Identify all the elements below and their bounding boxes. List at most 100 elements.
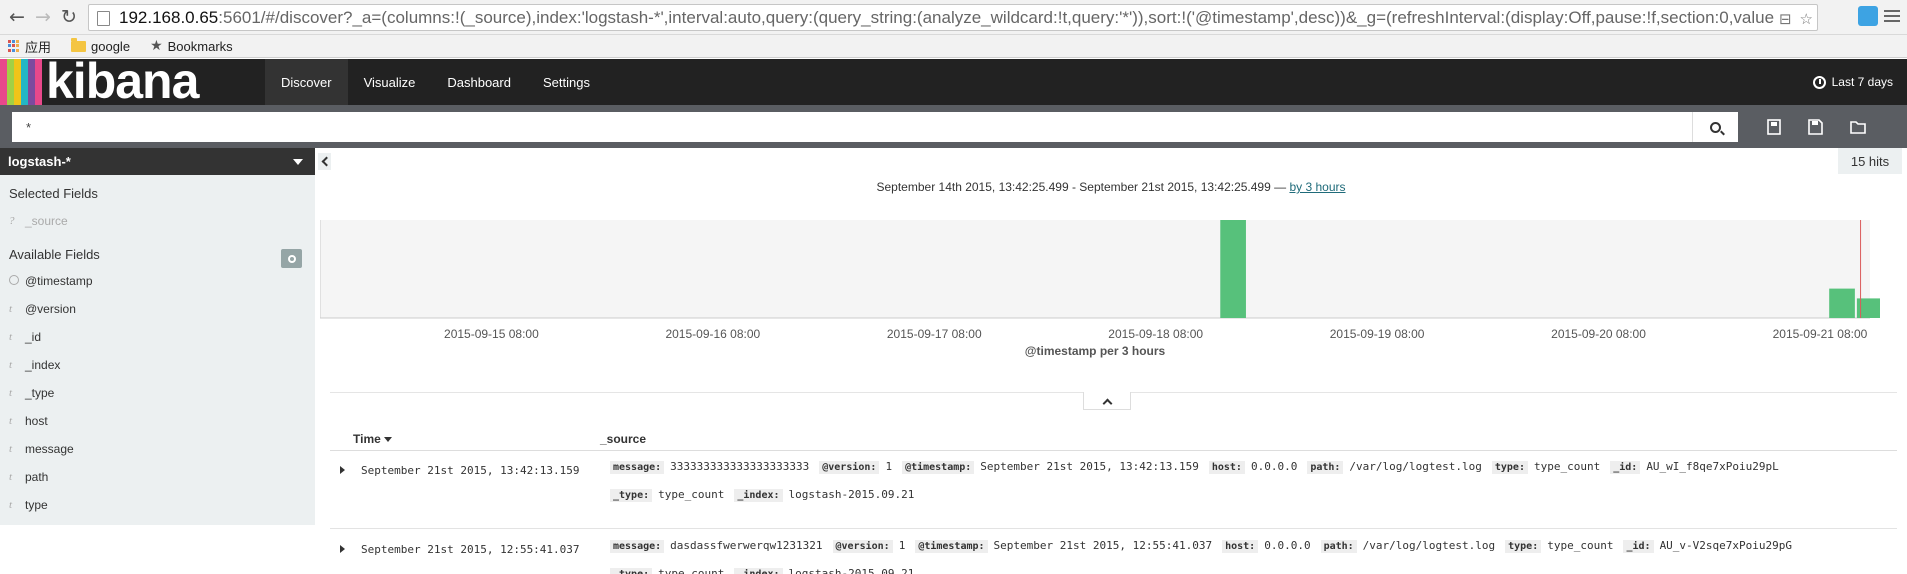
string-type-icon: t: [9, 443, 13, 455]
kibana-logo[interactable]: kibana: [0, 53, 250, 109]
available-fields-heading: Available Fields: [9, 247, 100, 262]
column-header-time[interactable]: Time: [353, 432, 392, 446]
source-key: @timestamp:: [902, 461, 975, 474]
histogram-bar: [1220, 220, 1246, 318]
expand-row-icon[interactable]: [340, 545, 345, 553]
source-value: type_count: [1547, 539, 1614, 552]
x-tick-label: 2015-09-16 08:00: [665, 327, 760, 341]
field-message[interactable]: t message: [9, 442, 74, 456]
chevron-left-icon: [321, 156, 331, 167]
source-value: September 21st 2015, 13:42:13.159: [980, 460, 1199, 473]
field-name: @version: [25, 302, 76, 316]
chevron-up-icon: [1102, 398, 1112, 408]
tab-visualize[interactable]: Visualize: [348, 59, 432, 105]
x-axis-label: @timestamp per 3 hours: [1025, 344, 1166, 358]
url-bar[interactable]: 192.168.0.65:5601/#/discover?_a=(columns…: [88, 4, 1818, 31]
source-value: AU_wI_f8qe7xPoiu29pL: [1646, 460, 1779, 473]
source-key: host:: [1208, 461, 1245, 474]
source-value: 1: [898, 539, 906, 552]
bookmark-label: Bookmarks: [167, 38, 233, 54]
field-name: path: [25, 470, 49, 484]
tab-dashboard[interactable]: Dashboard: [431, 59, 527, 105]
source-value: type_count: [658, 488, 725, 501]
bookmark-google[interactable]: google: [71, 37, 130, 54]
histogram-chart: 0246810Count2015-09-15 08:002015-09-16 0…: [320, 220, 1880, 358]
source-key: path:: [1307, 461, 1344, 474]
field-source[interactable]: ? _source: [9, 214, 68, 228]
logo-wordmark: kibana: [46, 53, 199, 109]
source-key: _type:: [610, 489, 653, 502]
translate-icon[interactable]: ⊟: [1779, 10, 1792, 28]
kibana-navbar: kibana Discover Visualize Dashboard Sett…: [0, 53, 1907, 109]
folder-icon: [71, 37, 87, 52]
field-id[interactable]: t _id: [9, 330, 41, 344]
chart-toggle-button[interactable]: [1083, 392, 1131, 410]
search-icon: [1710, 121, 1721, 133]
index-pattern-select[interactable]: logstash-*: [0, 148, 315, 175]
interval-link[interactable]: by 3 hours: [1289, 180, 1345, 194]
field-timestamp[interactable]: @timestamp: [9, 274, 93, 288]
tab-discover[interactable]: Discover: [265, 59, 348, 105]
source-value: type_count: [1533, 460, 1601, 473]
search-input[interactable]: *: [12, 112, 1692, 142]
x-tick-label: 2015-09-17 08:00: [887, 327, 982, 341]
extension-icon[interactable]: [1858, 6, 1878, 26]
back-arrow-icon[interactable]: ←: [4, 4, 30, 30]
source-value: logstash-2015.09.21: [788, 488, 915, 501]
time-picker[interactable]: Last 7 days: [1812, 59, 1893, 105]
field-index[interactable]: t _index: [9, 358, 60, 372]
field-type[interactable]: t type: [9, 498, 48, 512]
bookmarks-bar: 应用 google ★ Bookmarks: [0, 35, 1907, 58]
field-host[interactable]: t host: [9, 414, 48, 428]
reload-icon[interactable]: ↻: [56, 4, 82, 30]
string-type-icon: t: [9, 303, 13, 315]
field-name: _source: [25, 214, 68, 228]
expand-row-icon[interactable]: [340, 466, 345, 474]
x-tick-label: 2015-09-20 08:00: [1551, 327, 1646, 341]
string-type-icon: t: [9, 387, 13, 399]
browser-toolbar: ← → ↻ 192.168.0.65:5601/#/discover?_a=(c…: [0, 0, 1907, 35]
field-name: message: [25, 442, 74, 456]
source-value: type_count: [658, 567, 725, 574]
string-type-icon: t: [9, 331, 13, 343]
source-key: message:: [610, 540, 665, 553]
x-tick-label: 2015-09-15 08:00: [444, 327, 539, 341]
url-host: 192.168.0.65: [119, 7, 219, 27]
logo-stripes: [0, 59, 42, 105]
field-path[interactable]: t path: [9, 470, 48, 484]
new-search-icon[interactable]: [1764, 117, 1784, 137]
bookmark-bookmarks[interactable]: ★ Bookmarks: [150, 38, 233, 54]
field-name: _index: [25, 358, 61, 372]
bookmark-star-icon[interactable]: ☆: [1800, 10, 1813, 28]
source-key: type:: [1505, 540, 1542, 553]
time-range-summary: September 14th 2015, 13:42:25.499 - Sept…: [315, 180, 1907, 194]
open-search-icon[interactable]: [1848, 117, 1868, 137]
table-row: September 21st 2015, 12:55:41.037 messag…: [330, 530, 1897, 574]
browser-menu-icon[interactable]: [1884, 6, 1900, 26]
string-type-icon: t: [9, 359, 13, 371]
source-value: logstash-2015.09.21: [788, 567, 915, 574]
star-icon: ★: [150, 38, 163, 54]
tab-settings[interactable]: Settings: [527, 59, 606, 105]
row-divider: [330, 528, 1897, 529]
source-key: path:: [1320, 540, 1357, 553]
source-key: _index:: [734, 568, 783, 574]
collapse-sidebar-button[interactable]: [318, 153, 331, 170]
field-name: host: [25, 414, 48, 428]
source-key: @timestamp:: [915, 540, 988, 553]
field-type-underscore[interactable]: t _type: [9, 386, 54, 400]
column-header-source: _source: [600, 432, 647, 446]
sort-desc-icon[interactable]: [383, 437, 392, 443]
save-search-icon[interactable]: [1805, 117, 1825, 137]
search-bar: *: [0, 105, 1907, 148]
clock-icon: [1812, 75, 1826, 89]
forward-arrow-icon[interactable]: →: [30, 4, 56, 30]
kibana-discover-page: ← → ↻ 192.168.0.65:5601/#/discover?_a=(c…: [0, 0, 1907, 574]
bookmark-apps[interactable]: 应用: [8, 37, 51, 56]
url-path: :5601/#/discover?_a=(columns:!(_source),…: [218, 7, 1808, 27]
field-sidebar: logstash-* Selected Fields ? _source Ava…: [0, 148, 315, 525]
gear-icon[interactable]: [281, 249, 302, 268]
field-version[interactable]: t @version: [9, 302, 76, 316]
search-button[interactable]: [1692, 112, 1738, 142]
source-key: @version:: [832, 540, 893, 553]
